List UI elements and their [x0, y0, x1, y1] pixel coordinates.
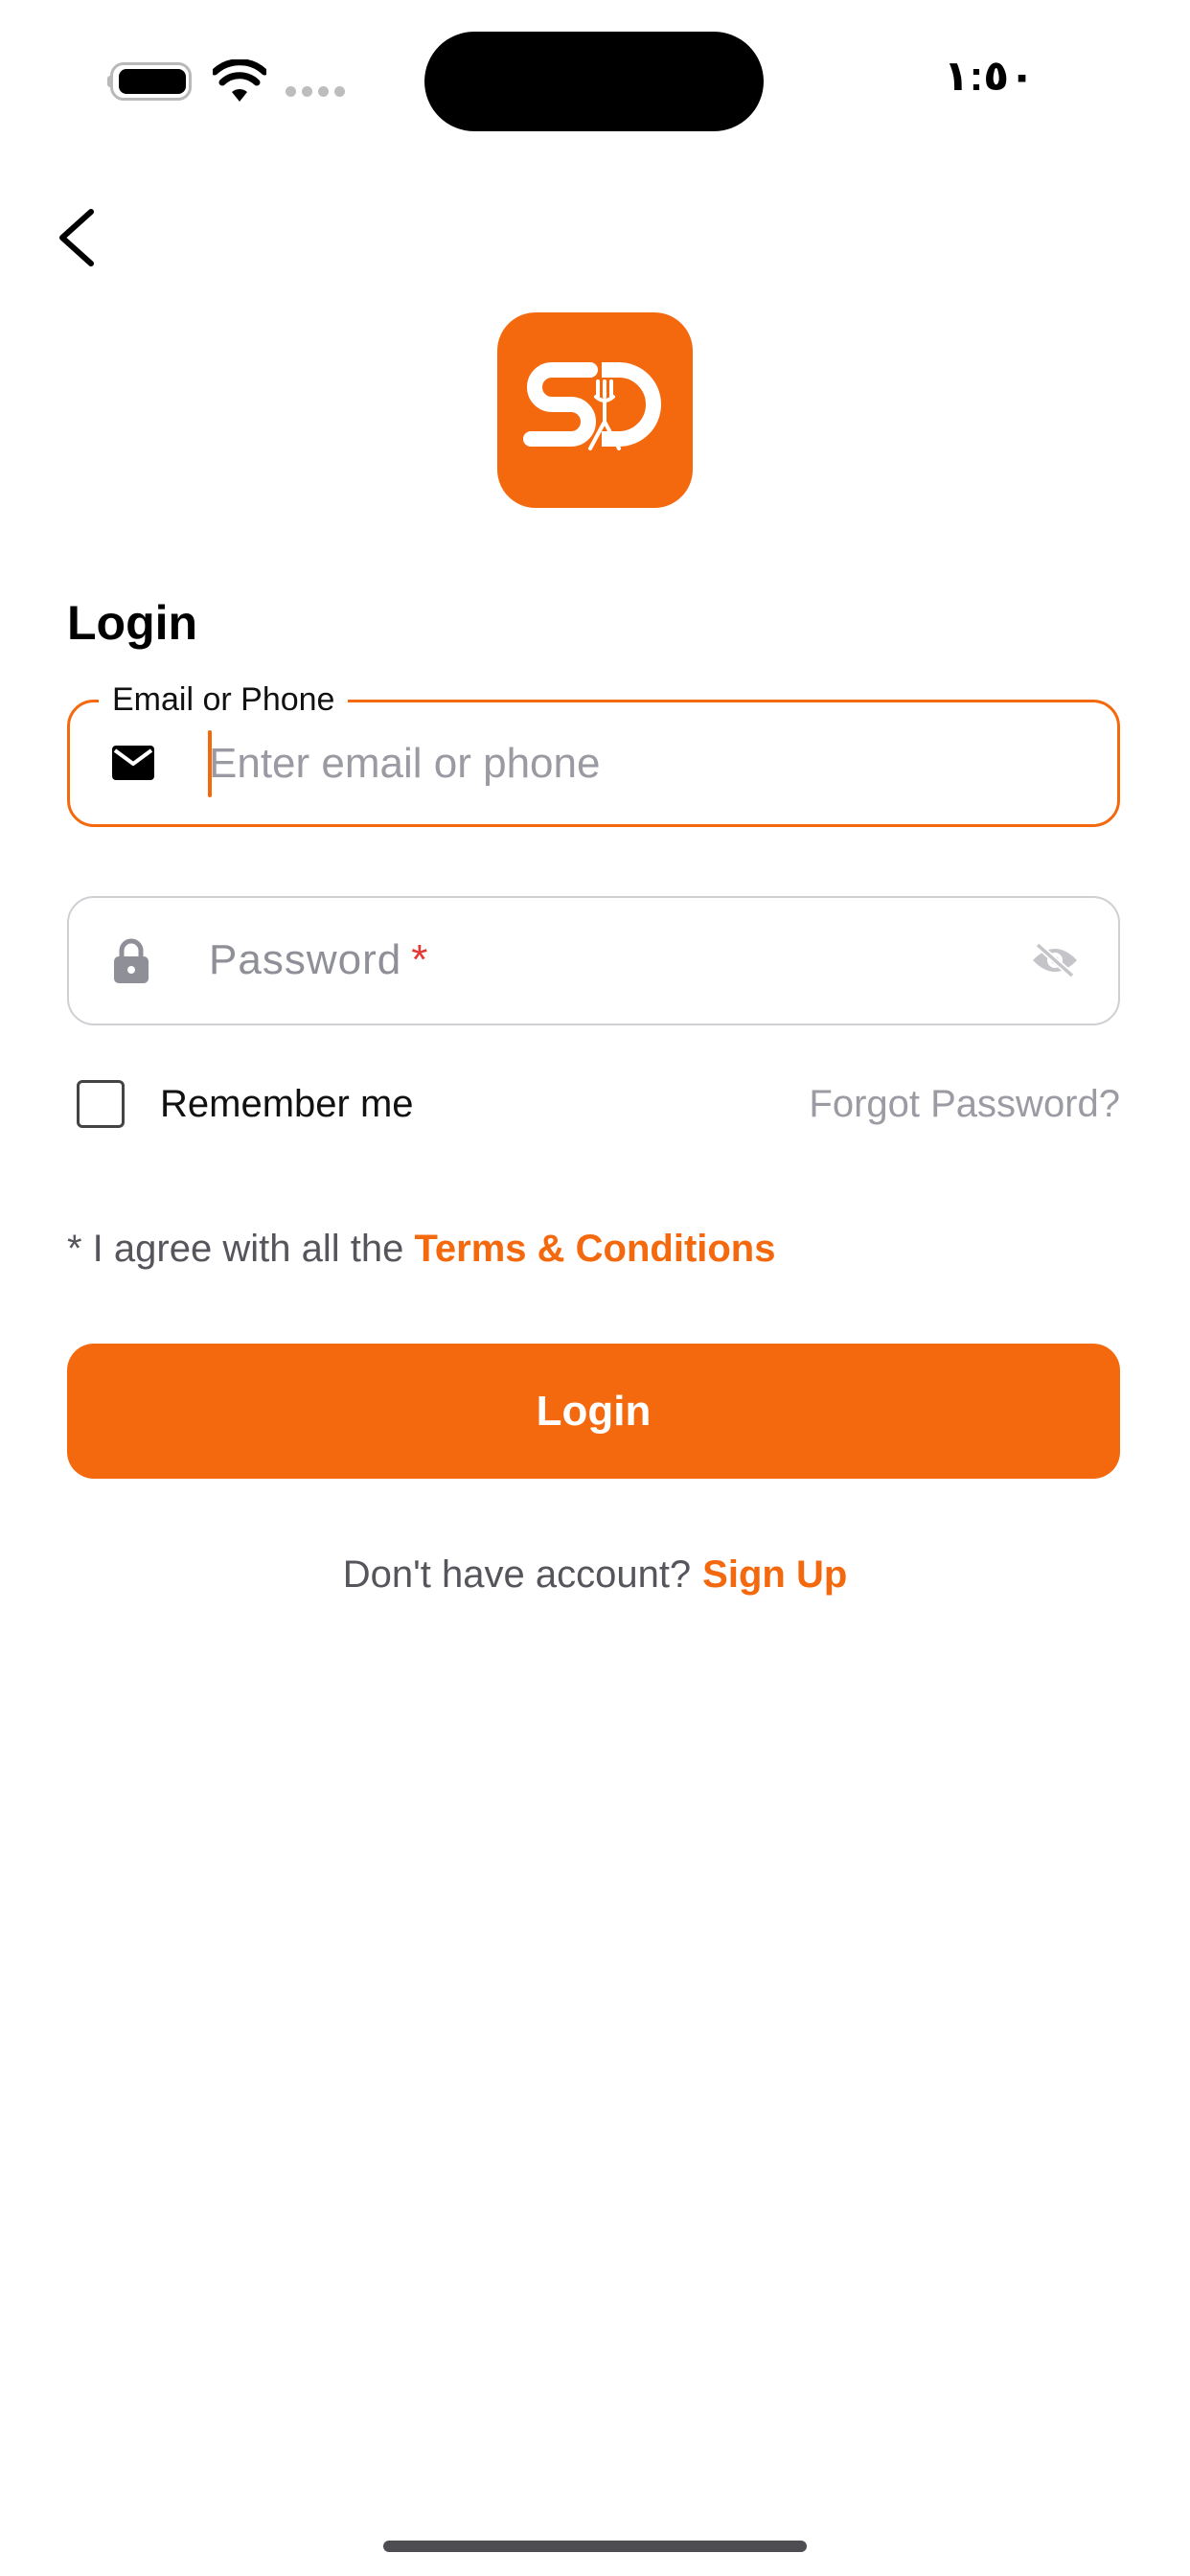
signal-icon	[286, 86, 349, 98]
forgot-password-link[interactable]: Forgot Password?	[809, 1080, 1120, 1128]
status-time: ١:٥٠	[943, 53, 1035, 100]
login-button[interactable]: Login	[67, 1344, 1120, 1479]
page-title: Login	[67, 596, 198, 650]
terms-agreement: * I agree with all the Terms & Condition…	[67, 1225, 776, 1273]
signup-prompt: Don't have account?	[342, 1553, 692, 1596]
terms-prefix: * I agree with all the	[67, 1228, 404, 1270]
wifi-icon	[213, 59, 266, 102]
password-placeholder: Password	[209, 936, 402, 983]
eye-off-icon[interactable]	[1030, 941, 1080, 979]
sign-up-link[interactable]: Sign Up	[702, 1553, 847, 1596]
terms-link[interactable]: Terms & Conditions	[414, 1228, 775, 1270]
required-mark: *	[411, 936, 429, 983]
remember-me-label[interactable]: Remember me	[160, 1080, 414, 1128]
password-input[interactable]: Password *	[209, 934, 428, 986]
email-input[interactable]: Enter email or phone	[209, 738, 600, 790]
email-field-label: Email or Phone	[99, 678, 349, 721]
app-logo-icon	[497, 312, 693, 508]
chevron-left-icon[interactable]	[53, 206, 101, 269]
mail-icon	[112, 746, 154, 780]
lock-icon	[114, 938, 149, 983]
signup-row: Don't have account? Sign Up	[0, 1551, 1190, 1598]
battery-icon	[110, 62, 192, 101]
home-indicator[interactable]	[383, 2541, 807, 2552]
remember-me-checkbox[interactable]	[77, 1080, 125, 1128]
dynamic-island	[424, 32, 764, 131]
